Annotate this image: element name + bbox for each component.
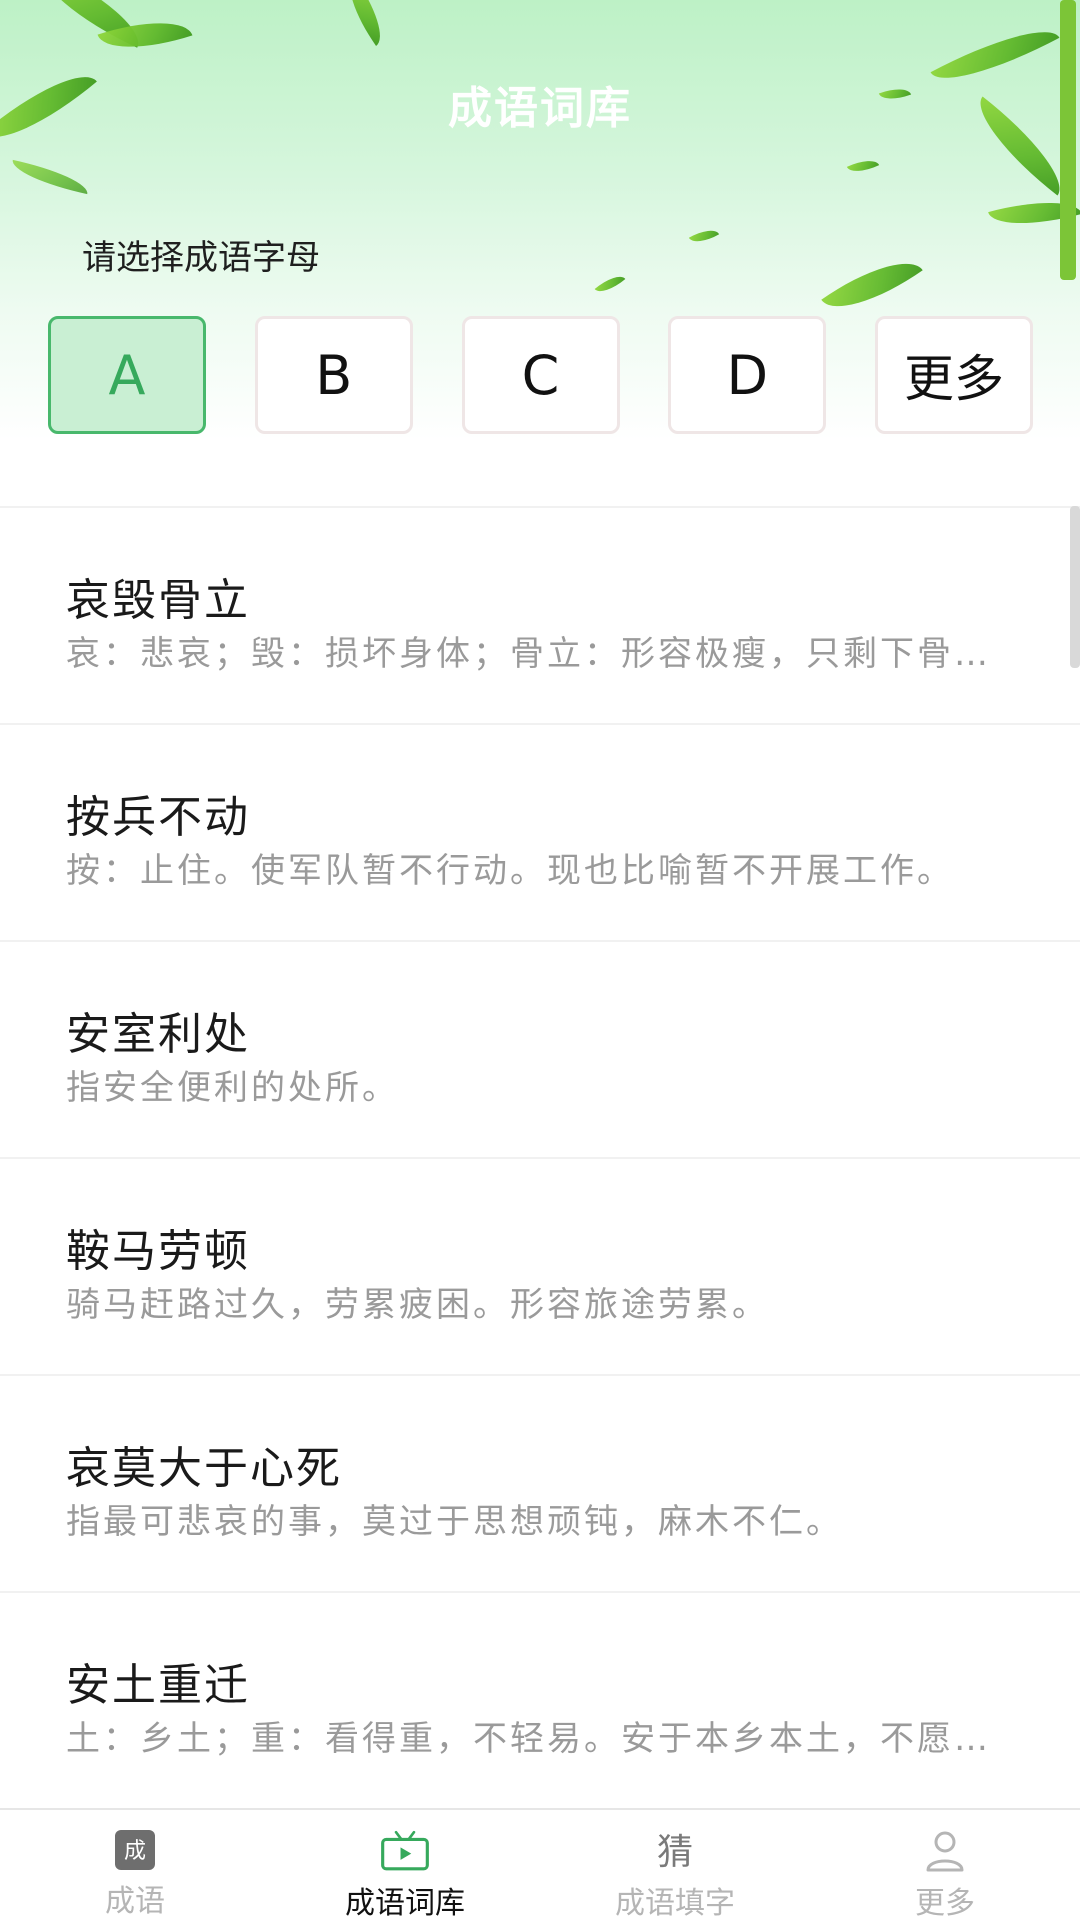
idiom-word: 鞍马劳顿 [66, 1226, 250, 1277]
tab-more[interactable]: 更多 [810, 1810, 1080, 1920]
svg-text:猜: 猜 [657, 1832, 693, 1873]
letter-prompt: 请选择成语字母 [82, 238, 320, 278]
page-title: 成语词库 [448, 83, 632, 134]
tab-idiom-library[interactable]: 成语词库 [270, 1810, 540, 1920]
list-item[interactable]: 按兵不动 按：止住。使军队暂不行动。现也比喻暂不开展工作。 [0, 725, 1080, 942]
svg-text:成: 成 [124, 1839, 146, 1864]
list-item[interactable]: 哀莫大于心死 指最可悲哀的事，莫过于思想顽钝，麻木不仁。 [0, 1376, 1080, 1593]
idiom-word: 安室利处 [66, 1009, 250, 1060]
person-icon [920, 1828, 970, 1874]
tab-idiom[interactable]: 成 成语 [0, 1810, 270, 1920]
bottom-tab-bar: 成 成语 成语词库 猜 成语填字 更多 [0, 1808, 1080, 1920]
bamboo-leaf-decoration [9, 159, 91, 195]
letter-b-button[interactable]: B [254, 316, 413, 434]
tab-label: 成语填字 [615, 1886, 735, 1920]
idiom-icon: 成 [110, 1828, 160, 1872]
more-letters-button[interactable]: 更多 [875, 316, 1033, 434]
idiom-description: 指最可悲哀的事，莫过于思想顽钝，麻木不仁。 [66, 1502, 843, 1542]
idiom-description: 骑马赶路过久，劳累疲困。形容旅途劳累。 [66, 1285, 769, 1325]
bamboo-leaf-decoration [821, 242, 923, 328]
tab-label: 成语 [105, 1884, 165, 1919]
list-item[interactable]: 安室利处 指安全便利的处所。 [0, 942, 1080, 1159]
bamboo-leaf-decoration [688, 223, 720, 249]
guess-icon: 猜 [650, 1828, 700, 1874]
tab-label: 更多 [915, 1886, 975, 1920]
idiom-description: 按：止住。使军队暂不行动。现也比喻暂不开展工作。 [66, 851, 954, 891]
tv-icon [380, 1828, 430, 1874]
list-scrollbar[interactable] [1070, 506, 1080, 668]
idiom-word: 哀毁骨立 [66, 575, 250, 626]
bamboo-leaf-decoration [594, 269, 626, 299]
idiom-description: 土：乡土；重：看得重，不轻易。安于本乡本土，不愿轻易迁移。 [66, 1719, 1016, 1759]
tab-label: 成语词库 [345, 1886, 465, 1920]
idiom-description: 指安全便利的处所。 [66, 1068, 399, 1108]
letter-d-button[interactable]: D [668, 316, 827, 434]
tab-idiom-fill[interactable]: 猜 成语填字 [540, 1810, 810, 1920]
letter-a-button[interactable]: A [48, 316, 206, 434]
bamboo-leaf-decoration [846, 154, 880, 178]
bamboo-leaf-decoration [335, 0, 395, 46]
bamboo-stem-decoration [1060, 0, 1076, 280]
list-item[interactable]: 鞍马劳顿 骑马赶路过久，劳累疲困。形容旅途劳累。 [0, 1159, 1080, 1376]
idiom-word: 安土重迁 [66, 1660, 250, 1711]
list-item[interactable]: 哀毁骨立 哀：悲哀；毁：损坏身体；骨立：形容极瘦，只剩下骨架。 [0, 508, 1080, 725]
idiom-word: 按兵不动 [66, 792, 250, 843]
letter-c-button[interactable]: C [461, 316, 620, 434]
idiom-description: 哀：悲哀；毁：损坏身体；骨立：形容极瘦，只剩下骨架。 [66, 634, 1016, 674]
idiom-word: 哀莫大于心死 [66, 1443, 342, 1494]
idiom-list: 哀毁骨立 哀：悲哀；毁：损坏身体；骨立：形容极瘦，只剩下骨架。 按兵不动 按：止… [0, 506, 1080, 1810]
header-banner: 成语词库 请选择成语字母 A B C D 更多 [0, 0, 1080, 500]
letter-selector: A B C D 更多 [48, 316, 1033, 434]
list-item[interactable]: 安土重迁 土：乡土；重：看得重，不轻易。安于本乡本土，不愿轻易迁移。 [0, 1593, 1080, 1810]
